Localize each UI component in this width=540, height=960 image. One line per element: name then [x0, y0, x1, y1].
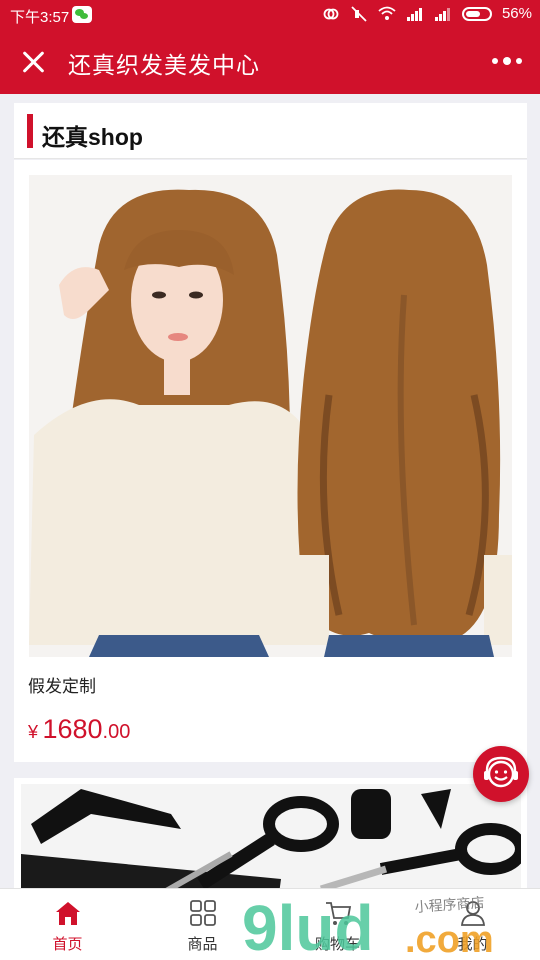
battery-percent: 56%: [501, 5, 532, 22]
cart-icon: [325, 902, 351, 925]
product-title[interactable]: 假发定制: [28, 672, 96, 697]
title-bar: 还真织发美发中心: [0, 30, 540, 94]
status-bar: 下午3:57 56%: [0, 0, 540, 30]
tab-home[interactable]: 首页: [0, 889, 135, 960]
tab-home-label: 首页: [52, 936, 83, 953]
signal-icon: [406, 7, 422, 21]
more-options-icon[interactable]: [492, 57, 522, 65]
tab-cart-label: 购物车: [314, 936, 360, 953]
product-card-2[interactable]: [14, 778, 527, 898]
home-icon: [55, 902, 80, 925]
battery-icon: [461, 6, 492, 21]
tab-products[interactable]: 商品: [135, 889, 270, 960]
bottom-tab-bar: 首页 商品 购物车 我的: [0, 888, 540, 960]
wechat-icon: [72, 6, 92, 23]
status-icons: 56%: [322, 5, 532, 22]
status-time: 下午3:57: [10, 9, 70, 26]
product-image[interactable]: [29, 175, 512, 657]
tab-products-label: 商品: [187, 936, 218, 953]
grid-icon: [189, 900, 216, 926]
tab-profile-label: 我的: [457, 936, 488, 953]
page-title: 还真织发美发中心: [68, 52, 260, 78]
tab-cart[interactable]: 购物车: [270, 889, 405, 960]
headset-icon: [484, 756, 518, 788]
link-icon: [323, 8, 339, 19]
customer-service-button[interactable]: [473, 746, 529, 802]
close-icon[interactable]: [18, 46, 50, 78]
price-integer: 1680: [42, 714, 103, 744]
tab-profile[interactable]: 我的: [405, 889, 540, 960]
scissors-photo: [21, 784, 521, 894]
mute-icon: [351, 5, 367, 22]
shop-header: 还真shop: [14, 103, 527, 159]
shop-name: 还真shop: [42, 124, 143, 150]
user-icon: [460, 901, 485, 926]
product-image-2[interactable]: [21, 784, 521, 894]
price-currency: ¥: [28, 722, 39, 742]
product-card[interactable]: 假发定制 ¥ 1680.00: [14, 160, 527, 762]
price-decimal: .00: [102, 721, 131, 743]
wifi-icon: [378, 6, 396, 20]
signal-3g-icon: [434, 7, 450, 21]
wig-photo: [29, 175, 512, 657]
shop-accent-bar: [27, 114, 33, 148]
product-price: ¥ 1680.00: [28, 714, 130, 745]
